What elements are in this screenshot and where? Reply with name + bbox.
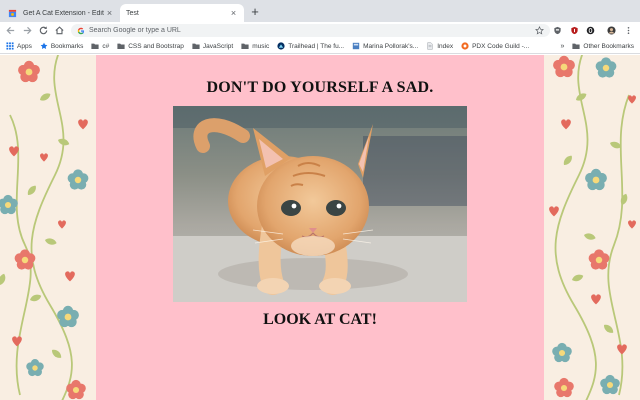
bookmarks-bar: Apps Bookmarks c# CSS and Bootstrap Java… [0,39,640,54]
bookmark-label: Bookmarks [50,42,84,50]
bookmark-folder-music[interactable]: music [241,42,269,50]
doc-icon [427,42,433,50]
bookmark-folder-css-bootstrap[interactable]: CSS and Bootstrap [117,42,184,50]
trailhead-icon [277,42,285,50]
bookmark-pdx-code-guild[interactable]: PDX Code Guild -... [461,42,529,50]
tab-title: Get A Cat Extension - Edit item [23,9,105,17]
bookmarks-bar-right: » Other Bookmarks [561,42,634,50]
bookmark-apps[interactable]: Apps [6,42,32,50]
bookmark-folder-javascript[interactable]: JavaScript [192,42,233,50]
page-caption: LOOK AT CAT! [263,311,377,328]
folder-icon [117,43,125,50]
page-icon [352,42,360,50]
bookmark-label: Index [437,42,454,50]
bookmarks-overflow-chevron[interactable]: » [561,43,565,50]
tab-strip: Get A Cat Extension - Edit item × Test ×… [0,0,640,22]
folder-icon [192,43,200,50]
folder-icon [91,43,99,50]
bookmark-label: JavaScript [202,42,234,50]
content-column: DON'T DO YOURSELF A SAD. LOOK AT CAT! [96,55,544,400]
tab-test[interactable]: Test × [120,4,244,22]
bookmark-star-icon[interactable] [535,26,544,35]
bookmark-index[interactable]: Index [426,42,453,50]
bookmark-label: c# [102,42,110,50]
bookmark-label: Trailhead | The fu... [288,42,345,50]
close-tab-icon[interactable]: × [105,8,114,18]
extension-zero-icon[interactable] [586,26,595,35]
apps-grid-icon [6,42,14,50]
floral-wallpaper-left [0,55,96,400]
bookmark-label: PDX Code Guild -... [472,42,530,50]
tab-get-a-cat-extension[interactable]: Get A Cat Extension - Edit item × [2,4,120,22]
bookmark-marina-pollorak[interactable]: Marina Pollorak's... [352,42,418,50]
floral-wallpaper-right [544,55,640,400]
home-icon[interactable] [54,25,65,36]
bookmark-label: music [252,42,270,50]
other-bookmarks-label[interactable]: Other Bookmarks [583,43,634,50]
page-headline: DON'T DO YOURSELF A SAD. [206,79,434,96]
page-viewport: DON'T DO YOURSELF A SAD. LOOK AT CAT! [0,55,640,400]
folder-icon [241,43,249,50]
menu-kebab-icon[interactable] [624,26,633,35]
kitten-photo [173,106,467,302]
bookmark-folder-csharp[interactable]: c# [91,42,109,50]
reload-icon[interactable] [38,25,49,36]
chrome-webstore-icon [8,9,17,17]
address-input[interactable] [89,25,535,36]
google-g-icon [77,27,85,34]
close-tab-icon[interactable]: × [229,8,238,18]
tab-title: Test [126,9,139,17]
bookmark-label: Apps [17,42,32,50]
star-icon [40,42,48,50]
folder-icon [572,43,581,50]
new-tab-button[interactable]: + [248,5,262,19]
forward-arrow-icon[interactable] [22,25,33,36]
bookmark-label: CSS and Bootstrap [128,42,184,50]
omnibox[interactable] [71,24,550,37]
bookmark-trailhead[interactable]: Trailhead | The fu... [277,42,344,50]
ublock-shield-icon[interactable] [570,26,579,35]
pdx-icon [461,42,469,50]
shield-extension-icon[interactable] [553,26,562,35]
bookmark-bookmarks[interactable]: Bookmarks [40,42,84,50]
toolbar [0,22,640,39]
back-arrow-icon[interactable] [5,25,16,36]
profile-avatar-icon[interactable] [607,26,616,35]
bookmark-label: Marina Pollorak's... [363,42,419,50]
